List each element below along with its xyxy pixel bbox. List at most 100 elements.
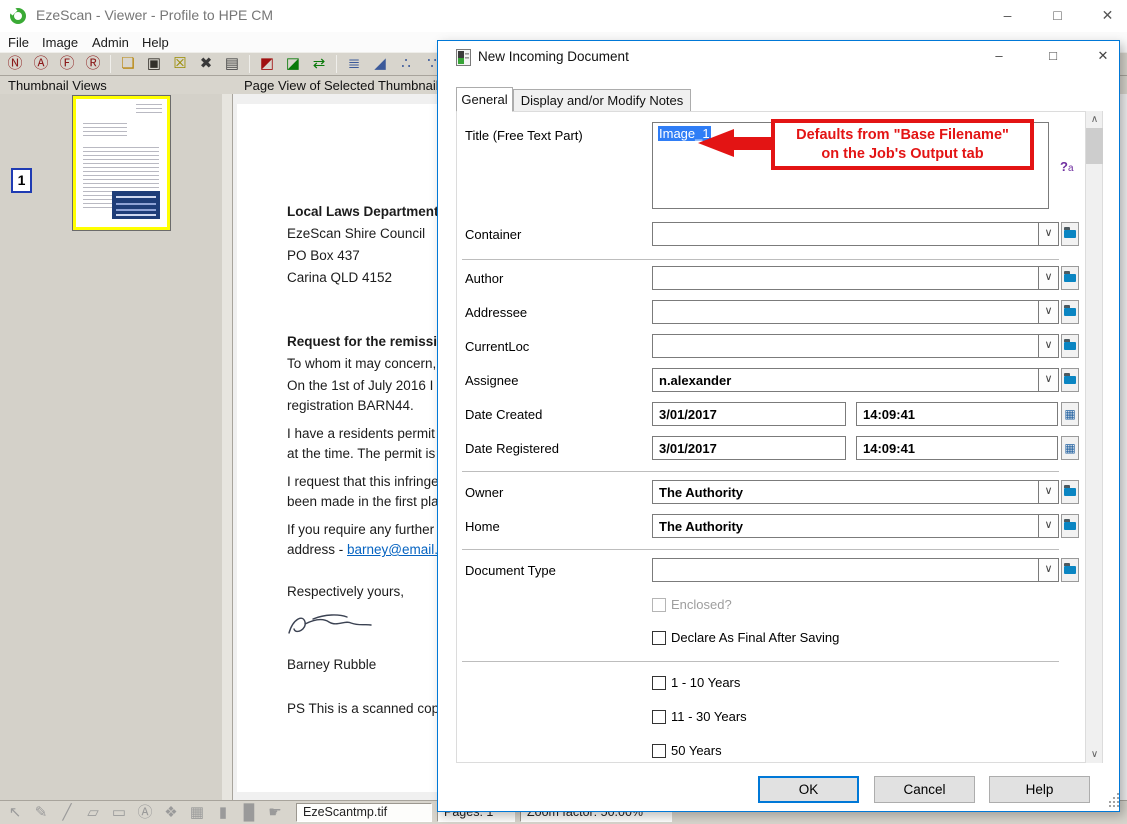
callout-arrow (732, 137, 774, 150)
date-registered-calendar-button[interactable]: ▦ (1061, 436, 1079, 460)
thumbnail-view-icon[interactable]: ≣ (342, 54, 366, 74)
author-input[interactable] (652, 266, 1039, 290)
declare-final-checkbox[interactable] (652, 631, 666, 645)
chevron-down-icon: ∨ (1044, 563, 1052, 575)
maximize-button[interactable]: □ (1035, 0, 1080, 30)
scan-new-icon[interactable]: Ⓝ (3, 54, 27, 74)
move-page-forward-icon[interactable]: ◪ (281, 54, 305, 74)
delete-page-icon[interactable]: ✖ (194, 54, 218, 74)
tab-general[interactable]: General (456, 87, 513, 112)
owner-kwikselect-button[interactable] (1061, 480, 1079, 504)
years-1-10-label: 1 - 10 Years (671, 675, 740, 690)
declare-final-checkbox-row[interactable]: Declare As Final After Saving (652, 630, 839, 645)
line-icon: ╱ (55, 803, 79, 823)
callout-line-2: on the Job's Output tab (821, 145, 983, 164)
years-50-checkbox[interactable] (652, 744, 666, 758)
dialog-close-button[interactable]: ✕ (1082, 41, 1124, 71)
assignee-input[interactable] (652, 368, 1039, 392)
swap-pages-icon[interactable]: ⇄ (307, 54, 331, 74)
years-11-30-checkbox[interactable] (652, 710, 666, 724)
years-11-30-checkbox-row[interactable]: 11 - 30 Years (652, 709, 747, 724)
scrollbar-thumb[interactable] (1086, 128, 1103, 164)
annotation-callout: Defaults from "Base Filename" on the Job… (771, 119, 1034, 170)
author-kwikselect-button[interactable] (1061, 266, 1079, 290)
container-input[interactable] (652, 222, 1039, 246)
rectangle-icon: ▭ (107, 803, 131, 823)
currentloc-input[interactable] (652, 334, 1039, 358)
date-registered-time-input[interactable] (856, 436, 1058, 460)
assignee-dropdown-button[interactable]: ∨ (1038, 368, 1059, 392)
folder-icon (1064, 274, 1076, 282)
calendar-icon: ▦ (1064, 442, 1075, 454)
home-dropdown-button[interactable]: ∨ (1038, 514, 1059, 538)
years-11-30-label: 11 - 30 Years (671, 709, 747, 724)
resize-grip[interactable] (1109, 801, 1111, 803)
container-label: Container (465, 227, 521, 242)
container-dropdown-button[interactable]: ∨ (1038, 222, 1059, 246)
close-button[interactable]: ✕ (1085, 0, 1127, 30)
scan-front-icon[interactable]: Ⓕ (55, 54, 79, 74)
owner-input[interactable] (652, 480, 1039, 504)
scroll-up-icon[interactable]: ∧ (1086, 111, 1103, 128)
currentloc-kwikselect-button[interactable] (1061, 334, 1079, 358)
dialog-maximize-button[interactable]: □ (1032, 41, 1074, 71)
years-1-10-checkbox[interactable] (652, 676, 666, 690)
folder-icon (1064, 488, 1076, 496)
date-created-time-input[interactable] (856, 402, 1058, 426)
folder-icon (1064, 230, 1076, 238)
addressee-kwikselect-button[interactable] (1061, 300, 1079, 324)
date-created-date-input[interactable] (652, 402, 846, 426)
scan-rear-icon[interactable]: Ⓡ (81, 54, 105, 74)
menu-file[interactable]: File (2, 33, 35, 52)
open-file-icon[interactable]: ❏ (116, 54, 140, 74)
owner-dropdown-button[interactable]: ∨ (1038, 480, 1059, 504)
thumbnail-views-label: Thumbnail Views (8, 78, 107, 93)
deskew-icon[interactable]: ◢ (368, 54, 392, 74)
status-filename: EzeScantmp.tif (296, 803, 432, 822)
menu-admin[interactable]: Admin (86, 33, 135, 52)
save-file-icon[interactable]: ▣ (142, 54, 166, 74)
spellcheck-icon[interactable]: ?a (1060, 159, 1074, 174)
home-input[interactable] (652, 514, 1039, 538)
dialog-scrollbar[interactable]: ∧ ∨ (1085, 111, 1102, 763)
date-created-calendar-button[interactable]: ▦ (1061, 402, 1079, 426)
group-separator (462, 471, 1059, 472)
minimize-button[interactable]: – (985, 0, 1030, 30)
date-registered-date-input[interactable] (652, 436, 846, 460)
tab-display-modify-notes[interactable]: Display and/or Modify Notes (513, 89, 691, 112)
document-type-kwikselect-button[interactable] (1061, 558, 1079, 582)
despeckle-icon[interactable]: ∴ (394, 54, 418, 74)
chevron-down-icon: ∨ (1044, 373, 1052, 385)
chevron-down-icon: ∨ (1044, 271, 1052, 283)
ok-button[interactable]: OK (758, 776, 859, 803)
toolbar-separator (110, 55, 111, 73)
years-1-10-checkbox-row[interactable]: 1 - 10 Years (652, 675, 740, 690)
assignee-kwikselect-button[interactable] (1061, 368, 1079, 392)
menu-image[interactable]: Image (36, 33, 84, 52)
document-type-label: Document Type (465, 563, 556, 578)
document-type-input[interactable] (652, 558, 1039, 582)
currentloc-dropdown-button[interactable]: ∨ (1038, 334, 1059, 358)
close-file-icon[interactable]: ☒ (168, 54, 192, 74)
container-kwikselect-button[interactable] (1061, 222, 1079, 246)
thumbnail-scrollbar[interactable] (222, 94, 232, 800)
thumbnail-page-1[interactable] (73, 96, 170, 230)
chevron-down-icon: ∨ (1044, 305, 1052, 317)
years-50-label: 50 Years (671, 743, 722, 758)
menu-help[interactable]: Help (136, 33, 175, 52)
home-kwikselect-button[interactable] (1061, 514, 1079, 538)
callout-arrow-head (698, 129, 734, 157)
title-field-label: Title (Free Text Part) (465, 128, 583, 143)
move-page-back-icon[interactable]: ◩ (255, 54, 279, 74)
author-dropdown-button[interactable]: ∨ (1038, 266, 1059, 290)
scan-append-icon[interactable]: Ⓐ (29, 54, 53, 74)
dialog-minimize-button[interactable]: – (978, 41, 1020, 71)
cancel-button[interactable]: Cancel (874, 776, 975, 803)
document-type-dropdown-button[interactable]: ∨ (1038, 558, 1059, 582)
print-icon[interactable]: ▤ (220, 54, 244, 74)
addressee-dropdown-button[interactable]: ∨ (1038, 300, 1059, 324)
scroll-down-icon[interactable]: ∨ (1086, 746, 1103, 763)
help-button[interactable]: Help (989, 776, 1090, 803)
years-50-checkbox-row[interactable]: 50 Years (652, 743, 722, 758)
addressee-input[interactable] (652, 300, 1039, 324)
